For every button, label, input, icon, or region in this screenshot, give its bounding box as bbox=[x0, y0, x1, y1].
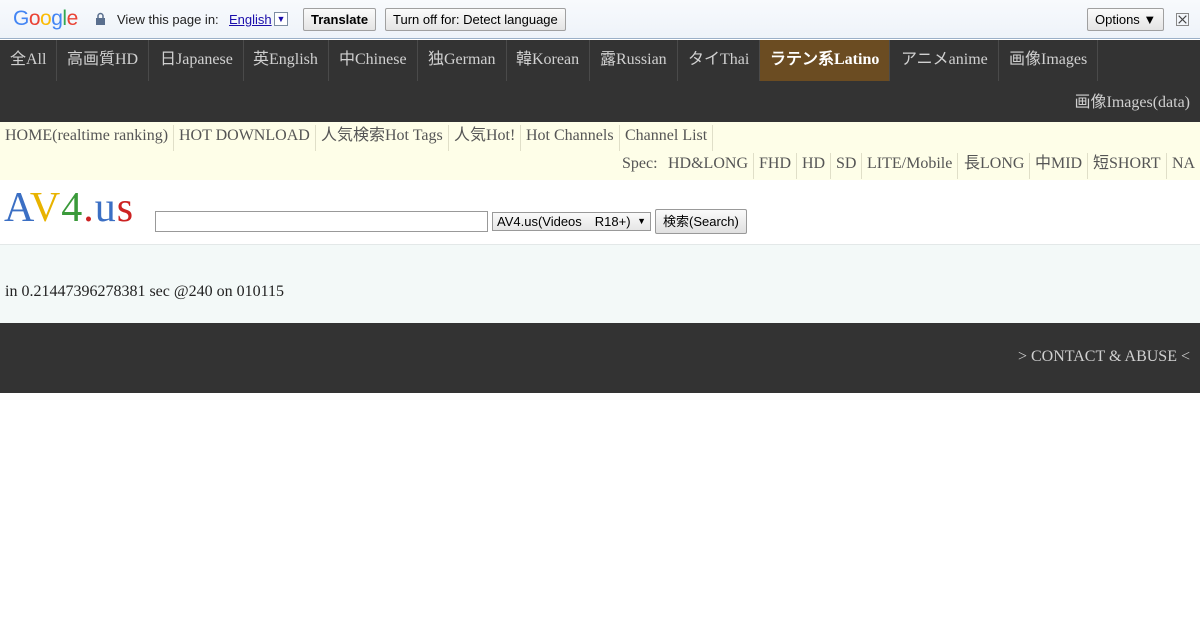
spec-fhd[interactable]: FHD bbox=[754, 153, 798, 179]
nav-item-german[interactable]: 独German bbox=[418, 40, 507, 81]
spec-hd-long[interactable]: HD&LONG bbox=[663, 153, 754, 179]
chevron-down-icon: ▼ bbox=[637, 216, 646, 226]
options-button[interactable]: Options ▼ bbox=[1087, 8, 1165, 31]
spec-hd[interactable]: HD bbox=[797, 153, 832, 179]
nav-item-russian[interactable]: 露Russian bbox=[590, 40, 678, 81]
close-icon[interactable] bbox=[1176, 13, 1189, 26]
search-scope-value: AV4.us(Videos R18+) bbox=[497, 214, 631, 229]
nav-item-images-data[interactable]: 画像Images(data) bbox=[1074, 88, 1190, 112]
subnav-hot[interactable]: 人気Hot! bbox=[454, 125, 522, 151]
search-button[interactable]: 検索(Search) bbox=[655, 209, 747, 234]
subnav-hot-channels[interactable]: Hot Channels bbox=[526, 125, 620, 151]
spec-mid[interactable]: 中MID bbox=[1030, 153, 1089, 179]
spec-short[interactable]: 短SHORT bbox=[1088, 153, 1167, 179]
spec-long[interactable]: 長LONG bbox=[959, 153, 1031, 179]
nav-item-japanese[interactable]: 日Japanese bbox=[150, 40, 244, 81]
spec-na[interactable]: NA bbox=[1167, 153, 1200, 179]
search-scope-select[interactable]: AV4.us(Videos R18+) ▼ bbox=[492, 212, 651, 231]
spec-label: Spec: bbox=[622, 155, 658, 172]
search-input[interactable] bbox=[155, 211, 488, 232]
nav-item-english[interactable]: 英English bbox=[243, 40, 329, 81]
nav-item-latino[interactable]: ラテン系Latino bbox=[760, 40, 891, 81]
translate-bar: Google View this page in: English ▼ Tran… bbox=[0, 0, 1200, 39]
translate-button[interactable]: Translate bbox=[303, 8, 377, 31]
site-logo[interactable]: AV4.us bbox=[4, 185, 134, 231]
nav-item-all[interactable]: 全All bbox=[0, 40, 58, 81]
timing-text: in 0.21447396278381 sec @240 on 010115 bbox=[5, 283, 285, 300]
nav-item-korean[interactable]: 韓Korean bbox=[506, 40, 591, 81]
language-link[interactable]: English bbox=[229, 12, 272, 27]
contact-abuse-link[interactable]: > CONTACT & ABUSE < bbox=[1018, 348, 1190, 366]
google-logo: Google bbox=[13, 7, 78, 30]
nav-item-hd[interactable]: 高画質HD bbox=[57, 40, 150, 81]
subnav-channel-list[interactable]: Channel List bbox=[625, 125, 714, 151]
subnav-hot-download[interactable]: HOT DOWNLOAD bbox=[179, 125, 316, 151]
language-dropdown-icon[interactable]: ▼ bbox=[274, 12, 288, 26]
spec-sd[interactable]: SD bbox=[831, 153, 863, 179]
spec-lite[interactable]: LITE/Mobile bbox=[862, 153, 959, 179]
view-page-label: View this page in: bbox=[117, 12, 219, 27]
subnav-hot-tags[interactable]: 人気検索Hot Tags bbox=[321, 125, 449, 151]
lock-icon bbox=[96, 12, 105, 25]
nav-item-thai[interactable]: タイThai bbox=[678, 40, 761, 81]
nav-item-anime[interactable]: アニメanime bbox=[891, 40, 999, 81]
subnav-home[interactable]: HOME(realtime ranking) bbox=[5, 125, 175, 151]
nav-item-images[interactable]: 画像Images bbox=[999, 40, 1099, 81]
turn-off-button[interactable]: Turn off for: Detect language bbox=[385, 8, 566, 31]
nav-item-chinese[interactable]: 中Chinese bbox=[329, 40, 418, 81]
